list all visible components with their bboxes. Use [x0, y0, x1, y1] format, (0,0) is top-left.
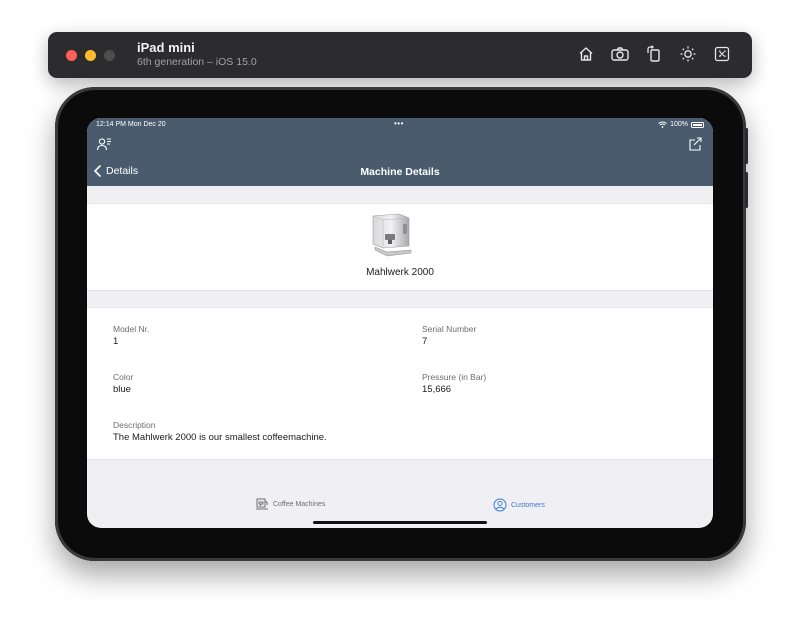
- status-right: 100%: [658, 121, 704, 128]
- pressure-field: Pressure (in Bar) 15,666: [422, 372, 486, 396]
- pressure-value: 15,666: [422, 384, 452, 395]
- battery-icon: [691, 121, 704, 128]
- home-indicator[interactable]: [313, 521, 487, 524]
- tab-label: Customers: [511, 501, 545, 509]
- keyboard-icon[interactable]: [712, 44, 732, 64]
- multitasking-dots[interactable]: •••: [394, 119, 404, 128]
- status-time: 12:14 PM Mon Dec 20: [96, 121, 166, 128]
- device-side-button: [745, 128, 748, 164]
- home-icon[interactable]: [576, 44, 596, 64]
- simulator-title: iPad mini 6th generation – iOS 15.0: [137, 41, 257, 69]
- coffee-machine-icon: [256, 498, 268, 510]
- battery-percent: 100%: [670, 121, 688, 128]
- minimize-window-button[interactable]: [85, 49, 96, 61]
- model-nr-field: Model Nr. 1: [113, 324, 149, 348]
- machine-details-card: Model Nr. 1 Serial Number 7 Color blue P…: [87, 307, 713, 460]
- serial-number-value: 7: [422, 336, 428, 347]
- wifi-icon: [658, 121, 667, 128]
- tab-label: Coffee Machines: [273, 501, 326, 508]
- color-label: Color: [113, 372, 134, 382]
- window-controls: [66, 49, 115, 61]
- serial-number-label: Serial Number: [422, 324, 477, 334]
- tab-coffee-machines[interactable]: Coffee Machines: [255, 498, 325, 511]
- device-side-button: [745, 172, 748, 208]
- rotate-icon[interactable]: [644, 44, 664, 64]
- description-value: The Mahlwerk 2000 is our smallest coffee…: [113, 432, 327, 443]
- serial-number-field: Serial Number 7: [422, 324, 476, 348]
- device-name: iPad mini: [137, 40, 195, 55]
- appearance-icon[interactable]: [678, 44, 698, 64]
- app-screen: 12:14 PM Mon Dec 20 ••• 100% Details Mac…: [87, 118, 713, 528]
- pressure-label: Pressure (in Bar): [422, 372, 487, 382]
- person-circle-icon: [493, 498, 507, 512]
- description-label: Description: [113, 420, 156, 430]
- coffee-machine-image: [372, 213, 412, 257]
- simulator-toolbar: iPad mini 6th generation – iOS 15.0: [48, 32, 752, 78]
- color-value: blue: [113, 384, 131, 395]
- device-subtitle: 6th generation – iOS 15.0: [137, 56, 257, 68]
- navigation-header: 12:14 PM Mon Dec 20 ••• 100% Details Mac…: [87, 118, 713, 186]
- description-field: Description The Mahlwerk 2000 is our sma…: [113, 420, 327, 444]
- page-title: Machine Details: [360, 166, 440, 178]
- close-window-button[interactable]: [66, 49, 77, 61]
- tab-customers[interactable]: Customers: [493, 498, 545, 512]
- machine-name: Mahlwerk 2000: [366, 267, 434, 278]
- model-nr-label: Model Nr.: [113, 324, 150, 334]
- model-nr-value: 1: [113, 336, 119, 347]
- screenshot-icon[interactable]: [610, 44, 630, 64]
- share-icon[interactable]: [687, 136, 703, 152]
- simulator-tools: [576, 44, 732, 64]
- color-field: Color blue: [113, 372, 133, 396]
- zoom-window-button[interactable]: [104, 49, 115, 61]
- user-list-icon[interactable]: [96, 136, 112, 152]
- machine-image-card: Mahlwerk 2000: [87, 203, 713, 291]
